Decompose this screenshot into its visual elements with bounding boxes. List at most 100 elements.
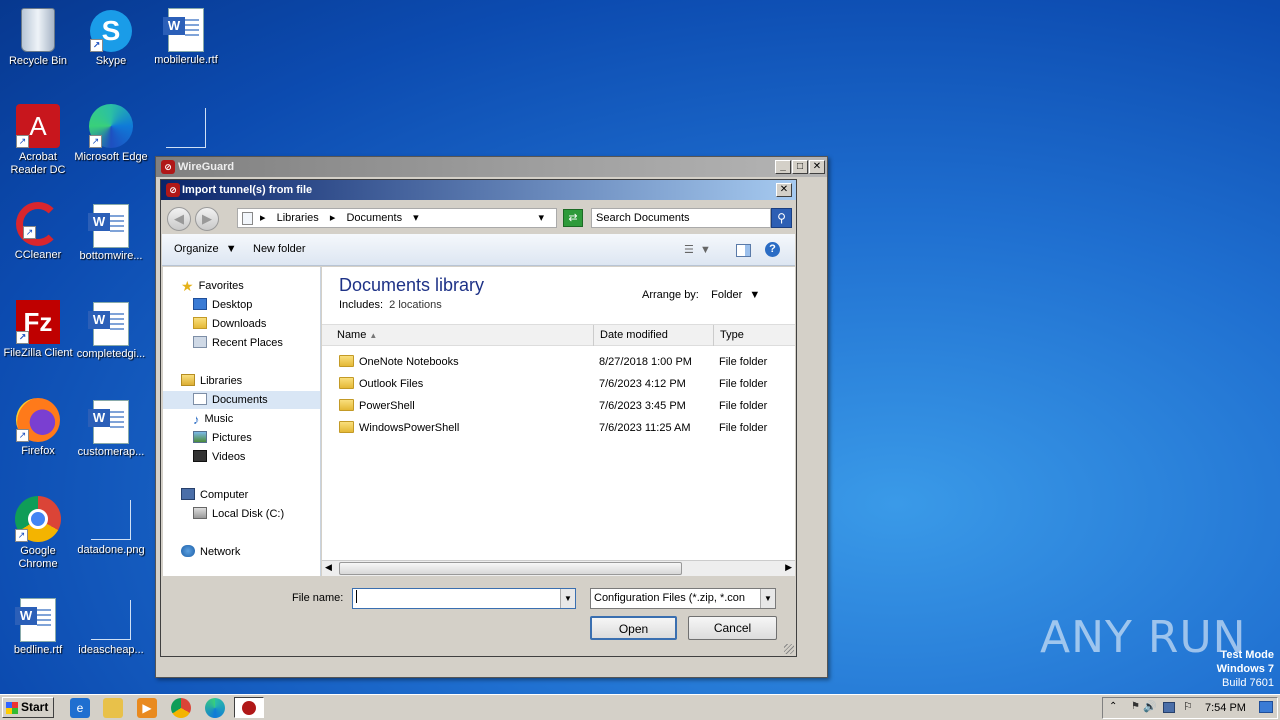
refresh-icon[interactable]: ⇄ — [563, 209, 583, 227]
column-header-name[interactable]: Name ▲ — [322, 325, 594, 346]
desktop-icon-acrobat[interactable]: A ↗ Acrobat Reader DC — [0, 104, 76, 177]
nav-computer[interactable]: Computer — [181, 486, 248, 504]
library-title: Documents library — [339, 275, 485, 295]
chevron-down-icon[interactable]: ▼ — [560, 589, 575, 608]
search-input[interactable]: Search Documents — [591, 208, 771, 228]
nav-libraries[interactable]: Libraries — [181, 372, 242, 390]
file-row[interactable]: OneNote Notebooks 8/27/2018 1:00 PM File… — [322, 351, 795, 373]
nav-downloads-label: Downloads — [212, 318, 267, 330]
forward-button[interactable]: ▶ — [195, 207, 219, 231]
start-button[interactable]: Start — [2, 697, 54, 718]
tray-flag-icon[interactable]: ⚑ — [1131, 701, 1140, 712]
desktop-icon-skype[interactable]: S ↗ Skype — [73, 6, 149, 68]
column-header-type[interactable]: Type — [714, 325, 795, 346]
file-type: File folder — [719, 356, 768, 368]
action-center-icon[interactable]: ⚐ — [1183, 700, 1193, 713]
nav-music[interactable]: ♪ Music — [193, 410, 233, 428]
minimize-button[interactable]: _ — [775, 160, 791, 174]
blank-file-icon — [91, 600, 131, 640]
file-row[interactable]: Outlook Files 7/6/2023 4:12 PM File fold… — [322, 373, 795, 395]
desktop-icon-datadone[interactable]: datadone.png — [73, 496, 149, 557]
desktop-icon-filezilla[interactable]: Fz ↗ FileZilla Client — [0, 300, 76, 360]
arrange-by[interactable]: Arrange by: Folder ▼ — [642, 289, 760, 301]
nav-downloads[interactable]: Downloads — [193, 315, 266, 333]
file-date: 7/6/2023 11:25 AM — [599, 422, 691, 434]
word-document-icon: W — [88, 302, 129, 346]
desktop-icon-completedgi[interactable]: W completedgi... — [73, 300, 149, 361]
file-type-filter[interactable]: Configuration Files (*.zip, *.con ▼ — [590, 588, 776, 609]
word-document-icon: W — [88, 204, 129, 248]
chevron-down-icon[interactable]: ▼ — [760, 589, 775, 608]
nav-videos[interactable]: Videos — [193, 448, 245, 466]
folder-icon — [339, 421, 354, 433]
maximize-button[interactable]: □ — [792, 160, 808, 174]
wireguard-taskbar-button[interactable] — [234, 697, 264, 718]
horizontal-scrollbar[interactable]: ◀ ▶ — [322, 560, 795, 576]
show-desktop-button[interactable] — [1259, 701, 1273, 713]
open-button[interactable]: Open — [590, 616, 677, 640]
preview-pane-icon[interactable] — [736, 244, 751, 257]
build-text: Build 7601 — [1222, 677, 1274, 689]
nav-pictures[interactable]: Pictures — [193, 429, 252, 447]
dialog-close-button[interactable]: ✕ — [776, 183, 792, 197]
breadcrumb[interactable]: ▸ Libraries ▸ Documents ▾ ▾ — [237, 208, 557, 228]
wireguard-title-bar[interactable]: ⊘ WireGuard _ □ ✕ — [156, 157, 827, 177]
clock[interactable]: 7:54 PM — [1205, 702, 1246, 714]
desktop-icon-firefox[interactable]: ↗ Firefox — [0, 398, 76, 458]
back-button[interactable]: ◀ — [167, 207, 191, 231]
search-icon[interactable]: ⚲ — [771, 208, 792, 228]
music-icon: ♪ — [193, 412, 200, 427]
pictures-icon — [193, 431, 207, 443]
media-player-icon[interactable]: ▶ — [137, 698, 157, 718]
filename-input[interactable]: ▼ — [352, 588, 576, 609]
breadcrumb-documents[interactable]: Documents — [346, 212, 402, 224]
recycle-bin-icon — [21, 8, 55, 52]
desktop-icon-bottomwire[interactable]: W bottomwire... — [73, 202, 149, 263]
scrollbar-thumb[interactable] — [339, 562, 682, 575]
address-dropdown-icon[interactable]: ▾ — [538, 209, 544, 227]
file-row[interactable]: PowerShell 7/6/2023 3:45 PM File folder — [322, 395, 795, 417]
chevron-down-icon[interactable]: ▾ — [413, 212, 419, 224]
file-row[interactable]: WindowsPowerShell 7/6/2023 11:25 AM File… — [322, 417, 795, 439]
nav-recent[interactable]: Recent Places — [193, 334, 283, 352]
tray-expand-icon[interactable]: ⌃ — [1109, 701, 1117, 712]
resize-grip-icon[interactable] — [784, 644, 794, 654]
edge-taskbar-icon[interactable] — [205, 698, 225, 718]
cancel-button[interactable]: Cancel — [688, 616, 777, 640]
desktop-icon-ideascheap[interactable]: ideascheap... — [73, 596, 149, 657]
chevron-down-icon: ▼ — [749, 289, 761, 301]
desktop-icon-mobilerule[interactable]: W mobilerule.rtf — [148, 6, 224, 67]
nav-local-disk[interactable]: Local Disk (C:) — [193, 505, 284, 523]
nav-documents[interactable]: Documents — [163, 391, 320, 409]
close-button[interactable]: ✕ — [809, 160, 825, 174]
includes-value[interactable]: 2 locations — [389, 299, 442, 311]
network-tray-icon[interactable] — [1163, 702, 1175, 713]
desktop-icon-edge[interactable]: ↗ Microsoft Edge — [73, 104, 149, 164]
desktop-icon-chrome[interactable]: ↗ Google Chrome — [0, 496, 76, 571]
desktop-icon-bedline[interactable]: W bedline.rtf — [0, 596, 76, 657]
desktop-icon-ccleaner[interactable]: ↗ CCleaner — [0, 202, 76, 262]
scroll-left-icon[interactable]: ◀ — [325, 562, 332, 573]
internet-explorer-icon[interactable]: e — [70, 698, 90, 718]
scroll-right-icon[interactable]: ▶ — [785, 562, 792, 573]
desktop-icon-blank-top[interactable] — [148, 104, 224, 152]
file-explorer-icon[interactable] — [103, 698, 123, 718]
chrome-taskbar-icon[interactable] — [171, 698, 191, 718]
column-header-date[interactable]: Date modified — [594, 325, 714, 346]
dialog-title-bar[interactable]: ⊘ Import tunnel(s) from file ✕ — [161, 180, 796, 200]
arrange-value[interactable]: Folder — [711, 289, 742, 301]
wireguard-logo-icon: ⊘ — [166, 183, 180, 197]
help-icon[interactable]: ? — [765, 242, 780, 257]
desktop-icon-customerap[interactable]: W customerap... — [73, 398, 149, 459]
new-folder-button[interactable]: New folder — [253, 243, 306, 255]
nav-favorites[interactable]: ★ Favorites — [181, 277, 244, 295]
nav-desktop[interactable]: Desktop — [193, 296, 252, 314]
nav-network[interactable]: Network — [181, 543, 240, 561]
view-options-icon[interactable]: ☰ ▼ — [684, 243, 711, 256]
organize-button[interactable]: Organize ▼ — [174, 243, 237, 255]
arrange-label: Arrange by: — [642, 289, 699, 301]
nav-music-label: Music — [204, 413, 234, 425]
desktop-icon-recycle-bin[interactable]: Recycle Bin — [0, 6, 76, 68]
breadcrumb-libraries[interactable]: Libraries — [277, 212, 319, 224]
volume-icon[interactable]: 🔊 — [1143, 700, 1157, 713]
